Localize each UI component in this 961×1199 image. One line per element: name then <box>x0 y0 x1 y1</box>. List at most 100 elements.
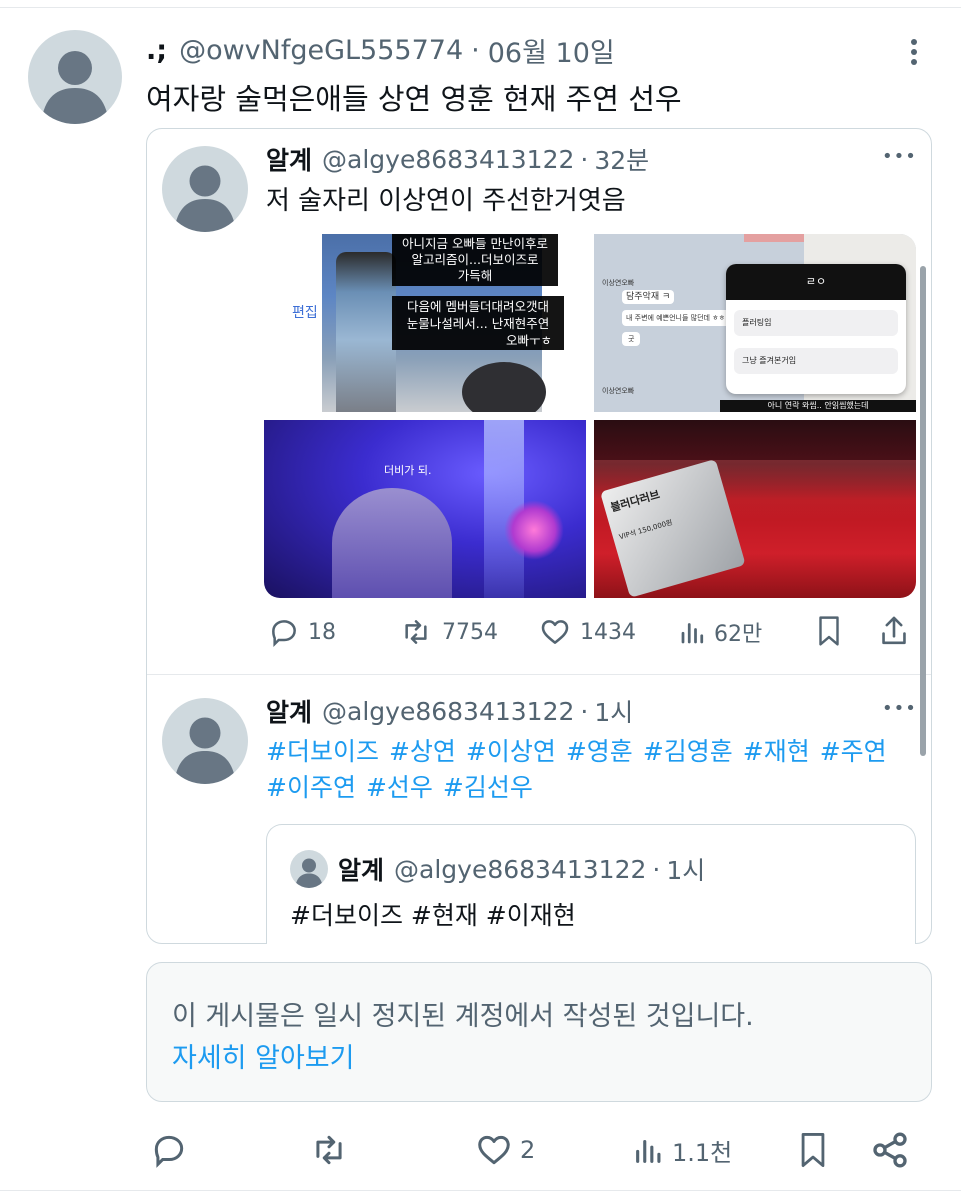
hashtag-link[interactable]: #더보이즈 <box>266 732 379 768</box>
quote-post2-header: 알계 @algye8683413122 · 1시 <box>266 692 633 730</box>
quote-post1-text: 저 술자리 이상연이 주선한거엿음 <box>266 186 626 216</box>
quote-post1-handle[interactable]: @algye8683413122 <box>322 145 574 174</box>
more-horizontal-icon[interactable]: ••• <box>882 698 917 719</box>
hashtag-link[interactable]: #상연 <box>389 732 456 768</box>
top-divider <box>0 0 961 8</box>
main-post-header: .; @owvNfgeGL555774 · 06월 10일 <box>146 30 615 70</box>
separator-dot: · <box>471 34 480 66</box>
main-display-name[interactable]: .; <box>146 35 167 66</box>
nested-quote-cutoff <box>262 944 922 956</box>
tile1-side-label: 편집 <box>292 305 318 321</box>
reply-icon <box>272 620 296 648</box>
tile2-bottom-text: 아니 연락 와씹.. 안읽씹했는데 <box>720 400 916 412</box>
bottom-divider <box>0 1190 961 1191</box>
nested-quote-display-name[interactable]: 알계 <box>338 851 384 887</box>
nested-quote-header: 알계 @algye8683413122 · 1시 <box>338 850 705 888</box>
tile2-chat-bubble: 굿 <box>622 332 641 346</box>
hashtag-link[interactable]: #선우 <box>366 768 433 804</box>
hashtag-link[interactable]: #이상연 <box>466 732 556 768</box>
share-icon[interactable] <box>878 614 910 650</box>
quote-post2-avatar[interactable] <box>162 698 248 784</box>
thread-divider <box>147 674 931 675</box>
tile2-chat-line: 이상연오빠 <box>602 279 635 287</box>
learn-more-link[interactable]: 자세히 알아보기 <box>172 1036 354 1075</box>
tile3-decoration <box>504 500 564 560</box>
tile1-caption-box-2: 다음에 멤버들더대려오갯대 눈물나설레서... 난재현주연 오빠ㅜㅎ <box>392 296 564 350</box>
tile1-caption-line: 눈물나설레서... 난재현주연 <box>406 316 550 331</box>
quote-post2-handle[interactable]: @algye8683413122 <box>322 697 574 726</box>
separator-dot: · <box>652 854 661 884</box>
nested-quote-card[interactable] <box>266 824 916 954</box>
tile1-caption-line: 오빠ㅜㅎ <box>505 333 552 348</box>
repost-icon <box>316 1135 342 1165</box>
quote-post1-avatar[interactable] <box>162 146 248 232</box>
separator-dot: · <box>580 696 589 726</box>
media-image-4[interactable]: 블러다러브 VIP석 150,000원 <box>594 420 916 598</box>
media-image-1[interactable]: 편집 아니지금 오빠들 만난이후로 알고리즘이...더보이즈로 가득해 다음에 … <box>264 234 586 412</box>
hashtag-link[interactable]: #이주연 <box>266 768 356 804</box>
main-avatar[interactable] <box>28 30 122 124</box>
more-vertical-icon[interactable] <box>902 36 926 68</box>
repost-count: 7754 <box>442 619 498 645</box>
like-icon <box>541 620 569 644</box>
quote-post2-hashtags-line1: #더보이즈 #상연 #이상연 #영훈 #김영훈 #재현 #주연 <box>266 732 887 768</box>
quote-post1-repost-button[interactable]: 7754 <box>398 614 498 650</box>
quote-post1-time[interactable]: 32분 <box>594 141 649 177</box>
hashtag-link[interactable]: #영훈 <box>566 732 633 768</box>
hashtag-link[interactable]: #김선우 <box>443 768 533 804</box>
scrollbar-thumb[interactable] <box>920 266 926 756</box>
quote-post1-display-name[interactable]: 알계 <box>266 141 312 177</box>
main-reply-button[interactable] <box>150 1130 188 1170</box>
reply-count: 18 <box>308 619 336 645</box>
quote-post2-display-name[interactable]: 알계 <box>266 693 312 729</box>
bookmark-icon[interactable] <box>796 1130 830 1170</box>
bookmark-icon[interactable] <box>814 614 844 650</box>
nested-quote-time[interactable]: 1시 <box>666 851 705 887</box>
hashtag-link[interactable]: #재현 <box>743 732 810 768</box>
hashtag-link[interactable]: #주연 <box>820 732 887 768</box>
tile3-caption: 더비가 되. <box>384 464 432 477</box>
media-image-3[interactable]: 더비가 되. <box>264 420 586 598</box>
more-horizontal-icon[interactable]: ••• <box>882 146 917 167</box>
tile2-chat-bubble: 담주악재 ㅋ <box>622 290 675 304</box>
tile1-caption-line: 다음에 멤버들더대려오갯대 <box>407 299 549 314</box>
reply-icon <box>154 1135 184 1168</box>
quote-post1-reply-button[interactable]: 18 <box>268 614 336 650</box>
views-count: 1.1천 <box>672 1138 733 1167</box>
quote-post2-time[interactable]: 1시 <box>594 693 633 729</box>
tile3-stage-shape <box>332 488 452 598</box>
views-icon <box>636 1139 661 1163</box>
nested-quote-avatar[interactable] <box>290 850 328 888</box>
tile2-menu-title: ㄹㅇ <box>726 264 906 300</box>
media-image-2[interactable]: 이상연오빠 담주악재 ㅋ 내 주변에 예쁜언니들 많던데 ㅎㅎ 굿 이상연오빠 … <box>594 234 916 412</box>
default-avatar-icon <box>41 51 109 124</box>
tile1-person <box>336 252 396 412</box>
default-avatar-icon <box>174 165 236 232</box>
tile2-menu-option: 플러팅임 <box>734 310 898 336</box>
tile2-top-strip <box>744 234 804 242</box>
hashtag-link[interactable]: #김영훈 <box>643 732 733 768</box>
quote-post1-views-button[interactable]: 62만 <box>678 614 762 650</box>
tile1-caption-line: 가득해 <box>457 268 493 283</box>
nested-quote-text: #더보이즈 #현재 #이재현 <box>290 901 576 930</box>
main-post-text: 여자랑 술먹은애들 상연 영훈 현재 주연 선우 <box>146 82 682 116</box>
main-like-button[interactable]: 2 <box>474 1130 535 1170</box>
main-repost-button[interactable] <box>308 1130 350 1170</box>
default-avatar-icon <box>295 858 323 888</box>
main-handle[interactable]: @owvNfgeGL555774 <box>179 35 463 66</box>
tile1-caption-line: 아니지금 오빠들 만난이후로 <box>402 236 548 251</box>
like-icon <box>478 1135 510 1165</box>
tile2-menu-option: 그냥 즐겨본거임 <box>734 348 898 374</box>
views-icon <box>681 623 704 644</box>
quote-post1-like-button[interactable]: 1434 <box>538 614 636 650</box>
main-views-button[interactable]: 1.1천 <box>632 1130 732 1170</box>
media-grid[interactable]: 편집 아니지금 오빠들 만난이후로 알고리즘이...더보이즈로 가득해 다음에 … <box>264 234 916 598</box>
like-count: 1434 <box>580 619 636 645</box>
separator-dot: · <box>580 144 589 174</box>
views-count: 62만 <box>714 622 763 647</box>
tile2-chat: 이상연오빠 담주악재 ㅋ 내 주변에 예쁜언니들 많던데 ㅎㅎ 굿 이상연오빠 <box>602 254 734 396</box>
nested-quote-handle[interactable]: @algye8683413122 <box>394 855 646 884</box>
share-icon[interactable] <box>870 1130 910 1170</box>
tile2-chat-bubble: 내 주변에 예쁜언니들 많던데 ㅎㅎ <box>622 310 734 326</box>
main-date[interactable]: 06월 10일 <box>488 31 615 70</box>
